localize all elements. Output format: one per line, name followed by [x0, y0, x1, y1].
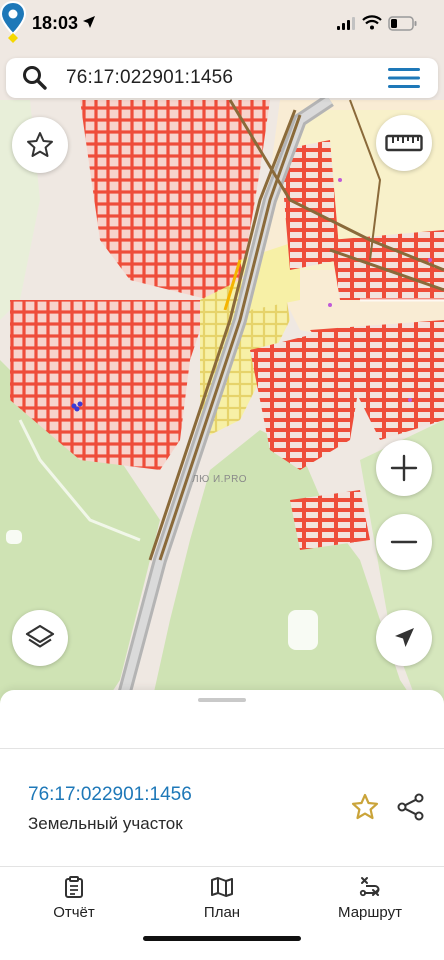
- status-time: 18:03: [32, 13, 79, 33]
- map-watermark: ЛЮ И.PRO: [192, 474, 248, 485]
- menu-icon[interactable]: [388, 67, 420, 89]
- cellular-signal-icon: [337, 17, 355, 30]
- tab-route-label: Маршрут: [338, 904, 402, 921]
- map-canvas[interactable]: [0, 0, 444, 710]
- plus-icon: [390, 454, 418, 482]
- map-view[interactable]: ЛЮ И.PRO: [0, 0, 444, 710]
- parcel-bottom-sheet[interactable]: 76:17:022901:1456 Земельный участок Отчё…: [0, 690, 444, 960]
- tab-plan-label: План: [203, 904, 241, 921]
- tab-report[interactable]: Отчёт: [14, 876, 134, 922]
- parcel-cluster[interactable]: [290, 490, 370, 550]
- map-icon: [211, 877, 233, 897]
- my-location-button[interactable]: [376, 610, 432, 666]
- parcel-cadastral-number[interactable]: 76:17:022901:1456: [28, 784, 192, 806]
- ruler-icon: [385, 134, 423, 152]
- sheet-drag-handle[interactable]: [198, 698, 246, 702]
- minus-icon: [390, 540, 418, 544]
- favorite-map-button[interactable]: [12, 117, 68, 173]
- divider: [0, 866, 444, 867]
- ruler-button[interactable]: [376, 115, 432, 171]
- layers-button[interactable]: [12, 610, 68, 666]
- star-icon[interactable]: [350, 792, 380, 822]
- star-icon: [27, 132, 53, 157]
- layers-icon: [25, 624, 55, 648]
- search-icon[interactable]: [22, 65, 48, 91]
- zoom-out-button[interactable]: [376, 514, 432, 570]
- search-input[interactable]: 76:17:022901:1456: [66, 67, 233, 89]
- tab-report-label: Отчёт: [53, 904, 95, 921]
- home-indicator[interactable]: [143, 936, 301, 941]
- wifi-icon: [362, 15, 382, 30]
- parcel-cluster[interactable]: [330, 230, 444, 300]
- status-bar: 18:03: [0, 0, 444, 50]
- clipboard-icon: [65, 876, 83, 898]
- navigation-arrow-icon: [395, 628, 414, 647]
- tab-route[interactable]: Маршрут: [310, 876, 430, 922]
- divider: [0, 748, 444, 749]
- zoom-in-button[interactable]: [376, 440, 432, 496]
- location-arrow-icon: [83, 16, 95, 28]
- battery-icon: [388, 16, 417, 31]
- search-bar[interactable]: 76:17:022901:1456: [6, 58, 438, 98]
- parcel-type: Земельный участок: [28, 814, 183, 833]
- share-icon[interactable]: [396, 792, 426, 822]
- route-icon: [359, 877, 380, 897]
- tab-plan[interactable]: План: [162, 876, 282, 922]
